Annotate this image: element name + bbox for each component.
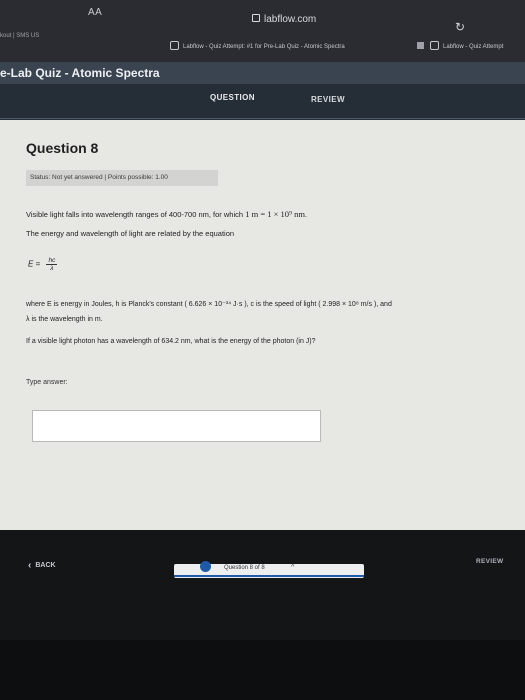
quiz-footer: ‹ BACK Question 8 of 8 ^ REVIEW <box>0 530 525 640</box>
tab-favicon-icon <box>170 41 179 50</box>
tab-review[interactable]: REVIEW <box>311 95 345 104</box>
tab-close-icon[interactable] <box>417 42 424 49</box>
browser-tab-active[interactable]: Labflow - Quiz Attempt: #1 for Pre-Lab Q… <box>170 41 416 55</box>
question-text-2: The energy and wavelength of light are r… <box>26 229 235 238</box>
tab-label: Labflow - Quiz Attempt <box>443 44 504 50</box>
quiz-header: e-Lab Quiz - Atomic Spectra <box>0 62 525 84</box>
question-text-4: λ is the wavelength in m. <box>26 316 103 323</box>
tab-divider <box>0 118 525 119</box>
formula-denominator: λ <box>50 265 54 272</box>
energy-formula: E = hc λ <box>28 257 58 272</box>
formula-numerator: hc <box>46 257 58 265</box>
chevron-left-icon: ‹ <box>28 560 32 571</box>
browser-toolbar: AA labflow.com ↻ kout | SMS US Labflow -… <box>0 0 525 62</box>
tab-label: Labflow - Quiz Attempt: #1 for Pre-Lab Q… <box>183 44 345 50</box>
address-bar[interactable]: labflow.com <box>252 14 316 25</box>
progress-dot <box>200 561 211 572</box>
text-size-button[interactable]: AA <box>88 7 102 18</box>
tab-question[interactable]: QUESTION <box>210 93 255 102</box>
page: e-Lab Quiz - Atomic Spectra QUESTION REV… <box>0 62 525 700</box>
answer-input[interactable] <box>32 410 321 442</box>
back-button[interactable]: ‹ BACK <box>28 560 56 571</box>
chevron-up-icon[interactable]: ^ <box>291 564 294 571</box>
quiz-title: e-Lab Quiz - Atomic Spectra <box>0 66 160 80</box>
reload-icon[interactable]: ↻ <box>455 20 465 34</box>
question-text-1: Visible light falls into wavelength rang… <box>26 209 308 219</box>
url-text: labflow.com <box>264 14 317 25</box>
quiz-tabs: QUESTION REVIEW <box>0 84 525 120</box>
question-text-3: where E is energy in Joules, h is Planck… <box>26 301 392 308</box>
browser-tab[interactable]: Labflow - Quiz Attempt <box>430 41 525 55</box>
status-badge: Status: Not yet answered | Points possib… <box>26 170 218 186</box>
partial-tab-label: kout | SMS US <box>0 33 40 39</box>
tab-favicon-icon <box>430 41 439 50</box>
question-title: Question 8 <box>26 140 99 156</box>
answer-label: Type answer: <box>26 379 68 386</box>
desk-background <box>0 640 525 700</box>
lock-icon <box>252 14 260 22</box>
question-prompt: If a visible light photon has a waveleng… <box>26 338 316 345</box>
question-panel: Question 8 Status: Not yet answered | Po… <box>0 120 525 530</box>
question-counter: Question 8 of 8 <box>224 565 265 571</box>
review-button[interactable]: REVIEW <box>476 558 503 565</box>
progress-bar <box>174 575 364 577</box>
